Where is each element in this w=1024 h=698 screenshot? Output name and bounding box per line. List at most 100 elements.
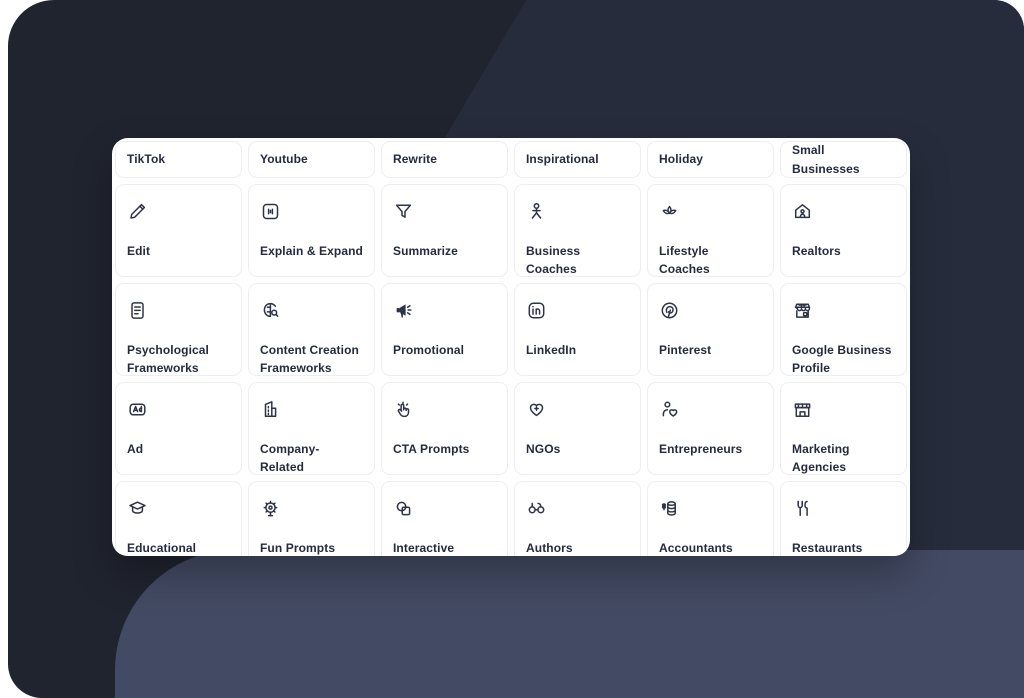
- grid-cell: Content Creation Frameworks: [245, 280, 378, 379]
- ad-badge-icon: [127, 394, 230, 424]
- category-card[interactable]: Edit: [115, 184, 242, 277]
- grid-cell: CTA Prompts: [378, 379, 511, 478]
- category-card[interactable]: Summarize: [381, 184, 508, 277]
- category-card[interactable]: Inspirational: [514, 141, 641, 178]
- category-card-label: Promotional: [393, 343, 465, 357]
- category-card[interactable]: Restaurants: [780, 481, 907, 556]
- category-card[interactable]: TikTok: [115, 141, 242, 178]
- category-card-label: LinkedIn: [526, 343, 577, 357]
- category-card[interactable]: Explain & Expand: [248, 184, 375, 277]
- category-card[interactable]: Marketing Agencies: [780, 382, 907, 475]
- heart-plus-icon: [526, 394, 629, 424]
- category-card-label: Educational: [127, 541, 197, 555]
- category-card[interactable]: Lifestyle Coaches: [647, 184, 774, 277]
- person-presenter-icon: [526, 196, 629, 226]
- category-card-label: Interactive: [393, 541, 455, 555]
- grid-cell: Promotional: [378, 280, 511, 379]
- grid-cell: Educational: [112, 478, 245, 556]
- category-card[interactable]: Youtube: [248, 141, 375, 178]
- category-card[interactable]: Company-Related: [248, 382, 375, 475]
- category-card[interactable]: Google Business Profile: [780, 283, 907, 376]
- grid-cell: Entrepreneurs: [644, 379, 777, 478]
- category-card[interactable]: Interactive: [381, 481, 508, 556]
- category-card[interactable]: Psychological Frameworks: [115, 283, 242, 376]
- grid-cell: NGOs: [511, 379, 644, 478]
- grid-cell: Holiday: [644, 138, 777, 181]
- category-card-label: Company-Related: [260, 442, 320, 475]
- category-card-label: TikTok: [127, 152, 166, 167]
- category-card-label: Summarize: [393, 244, 458, 258]
- grid-cell: Small Businesses: [777, 138, 910, 181]
- money-stack-icon: [659, 493, 762, 523]
- click-hand-icon: [393, 394, 496, 424]
- category-card[interactable]: Fun Prompts: [248, 481, 375, 556]
- category-card-label: Fun Prompts: [260, 541, 336, 555]
- grid-cell: Google Business Profile: [777, 280, 910, 379]
- category-panel: TikTok Youtube Rewrite Inspirational Holiday…: [112, 138, 910, 556]
- category-card-label: Authors: [526, 541, 573, 555]
- category-card-label: Content Creation Frameworks: [260, 343, 359, 376]
- category-card-label: Small Businesses: [792, 143, 860, 176]
- category-card-label: Psychological Frameworks: [127, 343, 209, 376]
- category-card-label: Entrepreneurs: [659, 442, 743, 456]
- category-card[interactable]: Ad: [115, 382, 242, 475]
- overlapping-shapes-icon: [393, 493, 496, 523]
- category-card[interactable]: Realtors: [780, 184, 907, 277]
- category-card-label: Google Business Profile: [792, 343, 892, 376]
- category-card[interactable]: CTA Prompts: [381, 382, 508, 475]
- grid-cell: Fun Prompts: [245, 478, 378, 556]
- grid-cell: Pinterest: [644, 280, 777, 379]
- grid-cell: LinkedIn: [511, 280, 644, 379]
- category-card-label: Lifestyle Coaches: [659, 244, 710, 277]
- grid-cell: Restaurants: [777, 478, 910, 556]
- office-building-icon: [260, 394, 363, 424]
- grid-cell: Psychological Frameworks: [112, 280, 245, 379]
- grid-cell: Interactive: [378, 478, 511, 556]
- linkedin-icon: [526, 295, 629, 325]
- category-card[interactable]: Holiday: [647, 141, 774, 178]
- category-card-label: Marketing Agencies: [792, 442, 850, 475]
- document-list-icon: [127, 295, 230, 325]
- funnel-icon: [393, 196, 496, 226]
- category-card[interactable]: Promotional: [381, 283, 508, 376]
- category-card[interactable]: Rewrite: [381, 141, 508, 178]
- house-person-icon: [792, 196, 895, 226]
- category-card[interactable]: Business Coaches: [514, 184, 641, 277]
- category-card-label: Explain & Expand: [260, 244, 363, 258]
- category-card[interactable]: Content Creation Frameworks: [248, 283, 375, 376]
- category-card[interactable]: Pinterest: [647, 283, 774, 376]
- grid-cell: Authors: [511, 478, 644, 556]
- grid-cell: Company-Related: [245, 379, 378, 478]
- category-card-label: Restaurants: [792, 541, 863, 555]
- category-card-label: NGOs: [526, 442, 561, 456]
- grid-cell: Accountants: [644, 478, 777, 556]
- grid-cell: Lifestyle Coaches: [644, 181, 777, 280]
- brackets-box-icon: [260, 196, 363, 226]
- category-card-label: Business Coaches: [526, 244, 581, 277]
- category-card[interactable]: Educational: [115, 481, 242, 556]
- category-card-label: Edit: [127, 244, 151, 258]
- category-card[interactable]: Authors: [514, 481, 641, 556]
- grid-cell: Business Coaches: [511, 181, 644, 280]
- ferris-wheel-icon: [260, 493, 363, 523]
- grid-cell: Inspirational: [511, 138, 644, 181]
- category-card[interactable]: NGOs: [514, 382, 641, 475]
- grid-cell: TikTok: [112, 138, 245, 181]
- category-card-label: Accountants: [659, 541, 733, 555]
- category-card[interactable]: Accountants: [647, 481, 774, 556]
- category-card[interactable]: LinkedIn: [514, 283, 641, 376]
- grid-cell: Marketing Agencies: [777, 379, 910, 478]
- storefront-awning-icon: [792, 295, 895, 325]
- screen: TikTok Youtube Rewrite Inspirational Holiday…: [0, 0, 1024, 698]
- grid-cell: Edit: [112, 181, 245, 280]
- person-heart-icon: [659, 394, 762, 424]
- glasses-icon: [526, 493, 629, 523]
- shop-icon: [792, 394, 895, 424]
- pencil-icon: [127, 196, 230, 226]
- category-card-label: Realtors: [792, 244, 841, 258]
- grid-cell: Realtors: [777, 181, 910, 280]
- grid-cell: Explain & Expand: [245, 181, 378, 280]
- category-card[interactable]: Small Businesses: [780, 141, 907, 178]
- category-card[interactable]: Entrepreneurs: [647, 382, 774, 475]
- graduation-cap-icon: [127, 493, 230, 523]
